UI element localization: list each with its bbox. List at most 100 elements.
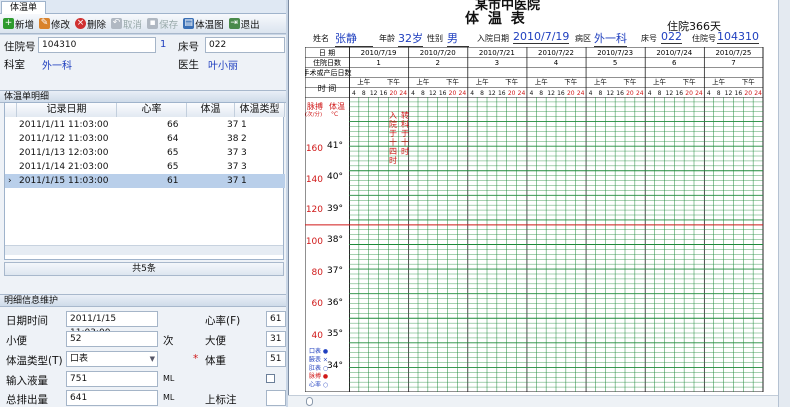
hour-label: 16 bbox=[675, 90, 683, 97]
tab-temperature[interactable]: 体温单 bbox=[1, 1, 47, 14]
output-unit: ML bbox=[163, 393, 175, 402]
hour-label: 12 bbox=[666, 90, 674, 97]
intake-unit: ML bbox=[163, 374, 175, 383]
sex-value: 男 bbox=[447, 30, 469, 47]
table-row[interactable]: 2011/1/12 11:03:00 64 38 2 bbox=[5, 132, 285, 146]
bigstool-label: 大便 bbox=[205, 335, 226, 347]
chart-button[interactable]: ▤ 体温图 bbox=[183, 16, 224, 32]
temp-tick: 41° bbox=[327, 141, 343, 151]
table-row-selected[interactable]: › 2011/1/15 11:03:00 61 37 1 bbox=[5, 174, 285, 188]
upper-input[interactable] bbox=[266, 390, 286, 406]
tab-bar: 体温单 bbox=[0, 0, 286, 14]
pulse-tick: 140 bbox=[306, 175, 323, 185]
datetime-input[interactable]: 2011/1/15 11:03:00 bbox=[66, 311, 158, 338]
temp-axis-label: 体温 bbox=[329, 101, 345, 111]
name-value: 张静 bbox=[335, 30, 373, 47]
pm-label: 下午 bbox=[387, 77, 401, 86]
temp-tick: 37° bbox=[327, 266, 343, 276]
legend-item: 腋表 × bbox=[309, 355, 328, 363]
doc-title: 体 温 表 bbox=[465, 11, 527, 27]
legend-item: 脉搏 ● bbox=[309, 372, 328, 380]
col-temp[interactable]: 体温 bbox=[187, 103, 235, 117]
date-label: 2010/7/19 bbox=[361, 49, 397, 57]
table-row[interactable]: 2011/1/11 11:03:00 66 37 1 bbox=[5, 118, 285, 132]
hour-label: 8 bbox=[658, 90, 662, 97]
stool-input[interactable]: 52 bbox=[66, 331, 158, 347]
intake-input[interactable]: 751 bbox=[66, 371, 158, 387]
doctor-label: 医生 bbox=[178, 59, 199, 71]
hour-label: 4 bbox=[648, 90, 652, 97]
ward-label: 病区 bbox=[575, 34, 591, 43]
hour-label: 12 bbox=[429, 90, 437, 97]
legend-item: 肛表 ○ bbox=[309, 364, 328, 372]
date-label: 2010/7/24 bbox=[656, 49, 692, 57]
admission-input[interactable]: 104310 bbox=[38, 37, 156, 53]
bed-input[interactable]: 022 bbox=[205, 37, 285, 53]
edit-button[interactable]: ✎ 修改 bbox=[39, 16, 70, 32]
document-vscrollbar[interactable] bbox=[778, 0, 790, 407]
am-label: 上午 bbox=[594, 77, 608, 86]
am-label: 上午 bbox=[416, 77, 430, 86]
day-number: 7 bbox=[731, 59, 735, 67]
delete-button[interactable]: × 删除 bbox=[75, 16, 106, 32]
age-label: 年龄 bbox=[379, 34, 395, 43]
output-input[interactable]: 641 bbox=[66, 390, 158, 406]
col-type[interactable]: 体温类型 bbox=[235, 103, 285, 117]
col-date[interactable]: 记录日期 bbox=[17, 103, 117, 117]
ttype-select[interactable]: 口表 ▼ bbox=[66, 351, 158, 367]
transfer-note: 转科于十时 bbox=[401, 111, 409, 156]
row-pointer-icon: › bbox=[8, 176, 12, 186]
hour-label: 16 bbox=[557, 90, 565, 97]
bigstool-input[interactable]: 31 bbox=[266, 331, 286, 347]
admission-note: 入院于十四时 bbox=[389, 111, 397, 165]
hour-label: 12 bbox=[606, 90, 614, 97]
sex-label: 性别 bbox=[427, 34, 443, 43]
hr-label: 心率(F) bbox=[205, 315, 241, 327]
hour-label: 12 bbox=[370, 90, 378, 97]
save-button[interactable]: ▪ 保存 bbox=[147, 16, 178, 32]
datetime-label: 日期时间 bbox=[6, 315, 48, 327]
pulse-tick: 100 bbox=[306, 237, 323, 247]
table-hscrollbar[interactable] bbox=[5, 245, 283, 255]
bed-value-doc: 022 bbox=[661, 30, 682, 44]
table-row[interactable]: 2011/1/14 21:03:00 65 37 3 bbox=[5, 160, 285, 174]
table-row[interactable]: 2011/1/13 12:03:00 65 37 3 bbox=[5, 146, 285, 160]
row-label: 日 期 bbox=[319, 49, 335, 57]
hour-label: 4 bbox=[589, 90, 593, 97]
hour-label: 20 bbox=[449, 90, 457, 97]
am-label: 上午 bbox=[653, 77, 667, 86]
hour-label: 20 bbox=[567, 90, 575, 97]
day-number: 3 bbox=[495, 59, 499, 67]
pulse-tick: 160 bbox=[306, 144, 323, 154]
no-label: 住院号 bbox=[692, 34, 716, 43]
pulse-tick: 80 bbox=[312, 268, 324, 278]
checkbox[interactable] bbox=[266, 374, 275, 383]
new-button[interactable]: + 新增 bbox=[3, 16, 34, 32]
date-label: 2010/7/20 bbox=[420, 49, 456, 57]
document-hscrollbar[interactable] bbox=[288, 395, 778, 407]
cancel-button[interactable]: ↶ 取消 bbox=[111, 16, 142, 32]
hour-label: 20 bbox=[390, 90, 398, 97]
date-label: 2010/7/21 bbox=[479, 49, 515, 57]
delete-icon: × bbox=[75, 18, 87, 29]
admit-value: 2010/7/19 bbox=[513, 30, 570, 44]
col-hr[interactable]: 心率 bbox=[117, 103, 187, 117]
date-label: 2010/7/23 bbox=[597, 49, 633, 57]
hour-label: 8 bbox=[362, 90, 366, 97]
scroll-thumb[interactable] bbox=[306, 397, 313, 406]
hour-label: 4 bbox=[529, 90, 533, 97]
hour-label: 24 bbox=[695, 90, 703, 97]
hour-label: 24 bbox=[754, 90, 762, 97]
day-number: 6 bbox=[672, 59, 677, 67]
no-value: 104310 bbox=[717, 30, 759, 44]
age-value: 32岁 bbox=[398, 32, 423, 47]
stool-label: 小便 bbox=[6, 335, 27, 347]
weight-input[interactable]: 51 bbox=[266, 351, 286, 367]
exit-button[interactable]: ⇥ 退出 bbox=[228, 16, 260, 32]
pulse-tick: 120 bbox=[306, 205, 323, 215]
hr-input[interactable]: 61 bbox=[266, 311, 286, 327]
temp-tick: 34° bbox=[327, 361, 343, 371]
save-icon: ▪ bbox=[147, 18, 159, 29]
day-number: 2 bbox=[435, 59, 439, 67]
left-panel: 住院号 104310 1 床号 022 科室 外一科 医生 叶小丽 体温单明细 … bbox=[0, 35, 286, 407]
